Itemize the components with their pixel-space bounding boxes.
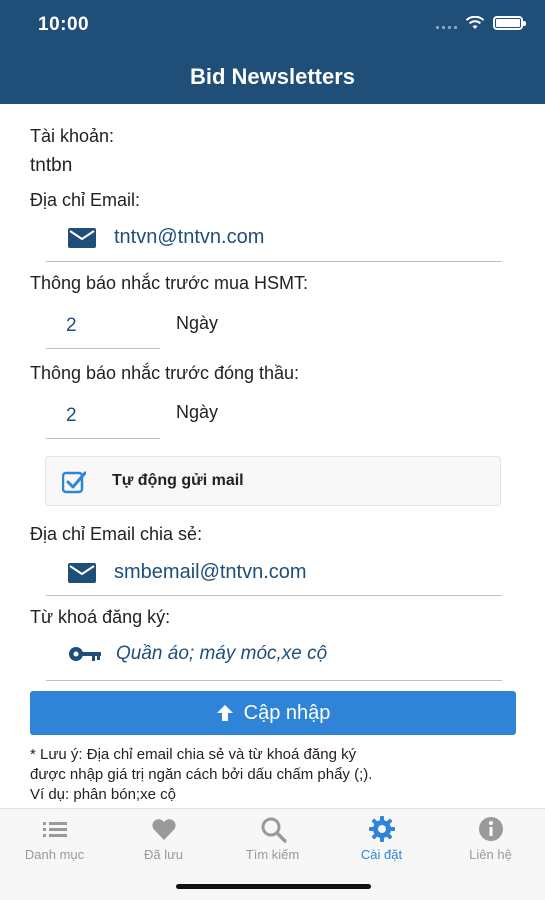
battery-icon xyxy=(493,16,526,30)
reminder-purchase-unit: Ngày xyxy=(176,313,219,333)
note-line-1: * Lưu ý: Địa chỉ email chia sẻ và từ kho… xyxy=(30,746,357,763)
reminder-close-label: Thông báo nhắc trước đóng thầu: xyxy=(30,363,300,383)
arrow-up-icon xyxy=(216,705,233,721)
keywords-field[interactable]: Quần áo; máy móc,xe cộ xyxy=(68,643,327,665)
reminder-purchase-input[interactable]: 2 xyxy=(46,309,160,349)
reminder-close-value: 2 xyxy=(66,405,77,426)
note-line-3: Ví dụ: phân bón;xe cộ xyxy=(30,786,176,803)
tab-da-luu[interactable]: Đã lưu xyxy=(109,815,218,862)
info-icon xyxy=(478,817,503,841)
keywords-underline xyxy=(46,680,502,681)
email-label: Địa chỉ Email: xyxy=(30,190,141,210)
note-line-2: được nhập giá trị ngăn cách bởi dấu chấm… xyxy=(30,766,373,783)
reminder-purchase-value: 2 xyxy=(66,315,77,336)
search-icon xyxy=(261,817,287,843)
status-icons xyxy=(436,16,526,30)
tab-danh-muc[interactable]: Danh mục xyxy=(0,815,109,862)
account-value: tntbn xyxy=(30,155,73,176)
auto-send-label: Tự động gửi mail xyxy=(112,472,244,489)
app-header: 10:00 Bid Newsletters xyxy=(0,0,545,104)
home-indicator xyxy=(176,884,371,889)
update-button-label: Cập nhập xyxy=(243,701,331,724)
tab-label: Tìm kiếm xyxy=(245,847,300,862)
keywords-label: Từ khoá đăng ký: xyxy=(30,607,171,627)
heart-icon xyxy=(151,819,176,840)
list-icon xyxy=(42,822,67,837)
email-field[interactable]: tntvn@tntvn.com xyxy=(68,226,264,249)
checkbox-checked-icon[interactable] xyxy=(62,470,86,494)
reminder-purchase-label: Thông báo nhắc trước mua HSMT: xyxy=(30,273,308,293)
tab-label: Liên hệ xyxy=(469,847,512,862)
tab-label: Đã lưu xyxy=(143,847,184,862)
email-underline xyxy=(46,261,502,262)
wifi-icon xyxy=(465,16,485,29)
tab-label: Cài đặt xyxy=(360,847,403,862)
share-email-field[interactable]: smbemail@tntvn.com xyxy=(68,561,307,584)
auto-send-toggle[interactable]: Tự động gửi mail xyxy=(45,456,501,506)
tab-cai-dat[interactable]: Cài đặt xyxy=(327,815,436,862)
account-label: Tài khoản: xyxy=(30,126,115,146)
cellular-signal-icon xyxy=(436,17,457,29)
note-text: * Lưu ý: Địa chỉ email chia sẻ và từ kho… xyxy=(30,745,520,805)
reminder-close-input[interactable]: 2 xyxy=(46,399,160,439)
page-title: Bid Newsletters xyxy=(189,64,356,89)
tab-label: Danh mục xyxy=(24,847,85,862)
reminder-close-unit: Ngày xyxy=(176,402,219,422)
update-button[interactable]: Cập nhập xyxy=(30,691,516,735)
key-icon xyxy=(69,647,101,661)
share-email-underline xyxy=(46,595,502,596)
tab-tim-kiem[interactable]: Tìm kiếm xyxy=(218,815,327,862)
share-email-label: Địa chỉ Email chia sẻ: xyxy=(30,524,203,544)
envelope-icon xyxy=(68,227,96,248)
status-time: 10:00 xyxy=(38,14,90,35)
share-email-value: smbemail@tntvn.com xyxy=(114,561,307,583)
keywords-value: Quần áo; máy móc,xe cộ xyxy=(116,643,328,664)
email-value: tntvn@tntvn.com xyxy=(114,226,265,248)
gear-icon xyxy=(368,816,395,842)
envelope-icon xyxy=(68,562,96,583)
tab-lien-he[interactable]: Liên hệ xyxy=(436,815,545,862)
